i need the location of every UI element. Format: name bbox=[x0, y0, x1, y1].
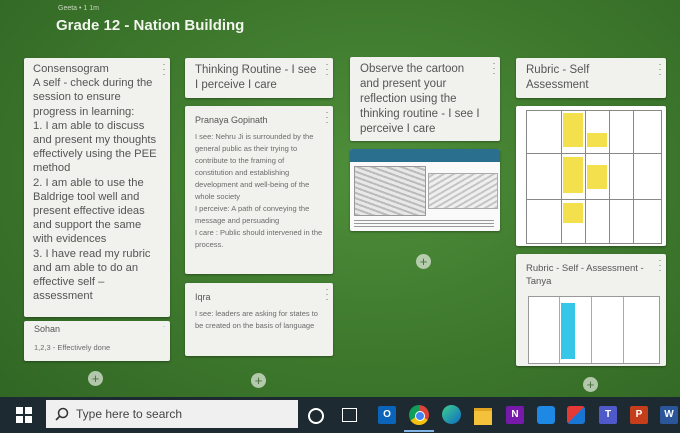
onenote-icon[interactable]: N bbox=[506, 406, 524, 424]
rubric-col-divider bbox=[633, 111, 634, 243]
post-menu-icon[interactable]: · bbox=[161, 324, 167, 330]
rubric-highlight bbox=[563, 113, 583, 147]
post-card-pranaya[interactable]: · · · Pranaya Gopinath I see: Nehru Ji is … bbox=[185, 106, 333, 274]
cartoon-banner bbox=[350, 149, 500, 162]
rubric-table bbox=[526, 110, 662, 244]
windows-taskbar: Type here to search O N T P W bbox=[0, 397, 680, 433]
cartoon-image-2 bbox=[428, 173, 498, 209]
rubric-attachment[interactable] bbox=[516, 106, 666, 246]
task-view-icon[interactable] bbox=[342, 408, 357, 422]
rubric-highlight bbox=[563, 203, 583, 223]
cartoon-caption bbox=[354, 218, 494, 227]
add-post-button[interactable]: + bbox=[416, 254, 431, 269]
column-1-header-card[interactable]: · · · Consensogram A self - check during t… bbox=[24, 58, 170, 317]
board-title: Grade 12 - Nation Building bbox=[56, 17, 245, 34]
post-body: I see: leaders are asking for states to … bbox=[195, 309, 318, 330]
column-menu-icon[interactable]: · · · bbox=[161, 60, 167, 79]
active-app-indicator bbox=[404, 430, 434, 432]
post-title: Rubric - Self - Assessment - Tanya bbox=[526, 263, 644, 287]
add-post-button[interactable]: + bbox=[583, 377, 598, 392]
rubric-col-divider bbox=[559, 297, 560, 363]
post-card-iqra[interactable]: · · · Iqra I see: leaders are asking for s… bbox=[185, 283, 333, 356]
snipping-tool-icon[interactable] bbox=[567, 406, 585, 424]
column-2-header-card[interactable]: · · · Thinking Routine - I see I perceive … bbox=[185, 58, 333, 98]
taskbar-search-input[interactable]: Type here to search bbox=[46, 400, 298, 428]
column-4-header-card[interactable]: · · · Rubric - Self Assessment bbox=[516, 58, 666, 98]
post-menu-icon[interactable]: · · · bbox=[324, 108, 330, 127]
column-4-header: Rubric - Self Assessment bbox=[526, 64, 590, 91]
post-title: Iqra bbox=[195, 292, 211, 302]
rubric-col-divider bbox=[591, 297, 592, 363]
rubric-col-divider bbox=[609, 111, 610, 243]
post-card-tanya[interactable]: · · · Rubric - Self - Assessment - Tanya bbox=[516, 254, 666, 366]
search-placeholder: Type here to search bbox=[76, 407, 183, 421]
column-3-header: Observe the cartoon and present your ref… bbox=[360, 63, 480, 135]
rubric-highlight bbox=[561, 303, 575, 359]
column-menu-icon[interactable]: · · · bbox=[324, 60, 330, 79]
column-3-header-card[interactable]: · · · Observe the cartoon and present your… bbox=[350, 57, 500, 141]
post-card-sohan[interactable]: · Sohan 1,2,3 - Effectively done bbox=[24, 321, 170, 361]
post-menu-icon[interactable]: · · · bbox=[324, 285, 330, 304]
column-menu-icon[interactable]: · · · bbox=[491, 59, 497, 78]
post-body: I see: Nehru Ji is surrounded by the gen… bbox=[195, 132, 323, 249]
chrome-icon[interactable] bbox=[409, 405, 429, 425]
file-explorer-icon[interactable] bbox=[474, 408, 492, 425]
column-2-header: Thinking Routine - I see I perceive I ca… bbox=[195, 64, 317, 91]
search-icon bbox=[55, 407, 69, 421]
rubric-row-divider bbox=[527, 199, 661, 200]
post-body: 1,2,3 - Effectively done bbox=[34, 343, 111, 352]
wordperfect-icon[interactable] bbox=[537, 406, 555, 424]
cartoon-image bbox=[354, 166, 426, 216]
rubric-col-divider bbox=[585, 111, 586, 243]
outlook-icon[interactable]: O bbox=[378, 406, 396, 424]
powerpoint-icon[interactable]: P bbox=[630, 406, 648, 424]
post-title: Sohan bbox=[34, 324, 61, 334]
post-title: Pranaya Gopinath bbox=[195, 115, 268, 125]
rubric-highlight bbox=[587, 133, 607, 147]
column-menu-icon[interactable]: · · · bbox=[657, 60, 663, 79]
add-post-button[interactable]: + bbox=[88, 371, 103, 386]
rubric-highlight bbox=[587, 165, 607, 189]
rubric-row-divider bbox=[527, 153, 661, 154]
post-menu-icon[interactable]: · · · bbox=[657, 256, 663, 275]
rubric-highlight bbox=[563, 157, 583, 193]
edge-icon[interactable] bbox=[442, 405, 461, 424]
tanya-rubric-thumb bbox=[528, 296, 660, 364]
teams-icon[interactable]: T bbox=[599, 406, 617, 424]
cartoon-attachment[interactable] bbox=[350, 149, 500, 231]
word-icon[interactable]: W bbox=[660, 406, 678, 424]
board-author: Geeta • 1 1m bbox=[58, 5, 99, 12]
add-post-button[interactable]: + bbox=[251, 373, 266, 388]
windows-icon[interactable] bbox=[16, 407, 32, 423]
cortana-icon[interactable] bbox=[308, 408, 324, 424]
column-1-header: Consensogram A self - check during the s… bbox=[33, 63, 157, 303]
rubric-col-divider bbox=[623, 297, 624, 363]
board-header: Geeta • 1 1m Grade 12 - Nation Building bbox=[0, 0, 680, 52]
rubric-col-divider bbox=[561, 111, 562, 243]
